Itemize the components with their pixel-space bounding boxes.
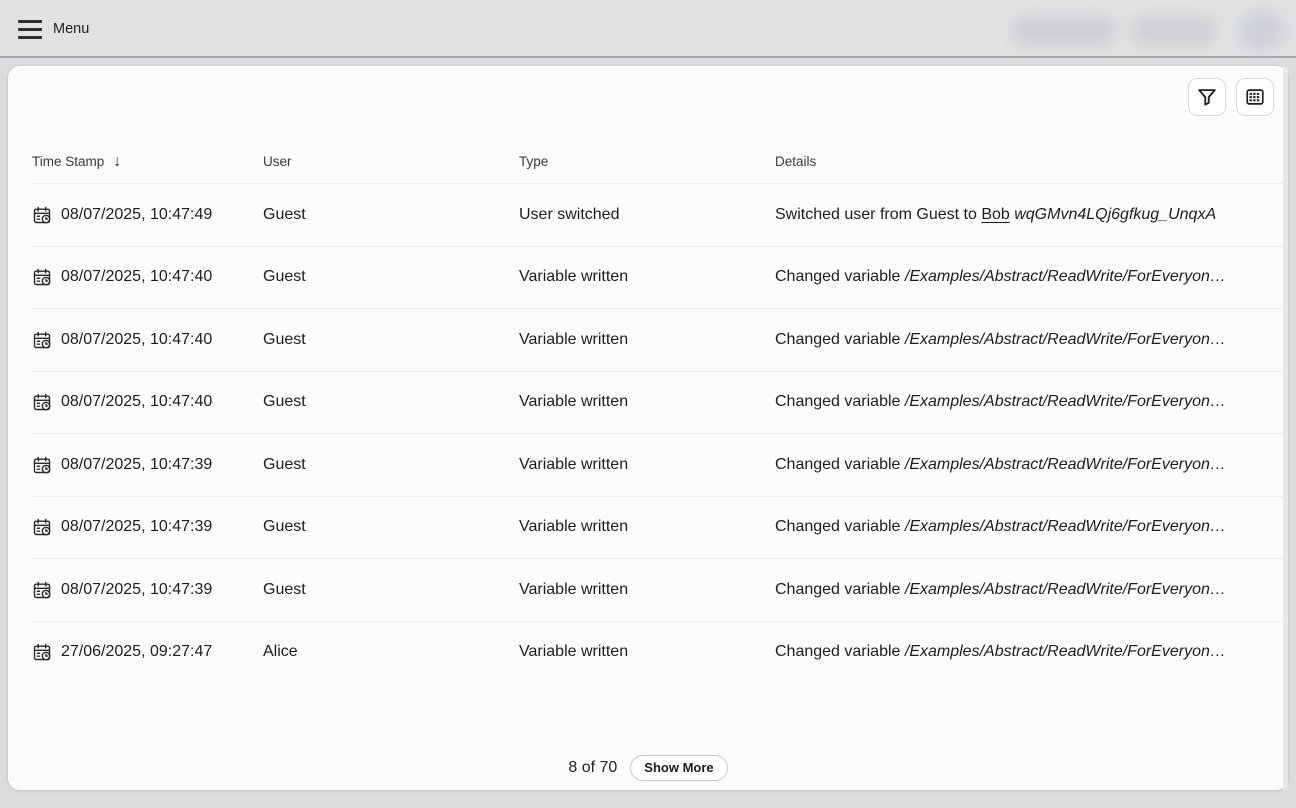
show-more-button[interactable]: Show More <box>630 755 727 781</box>
blurred-toolbar-item <box>1014 16 1114 46</box>
calendar-clock-icon <box>32 205 52 225</box>
details-text: Changed variable <box>775 456 905 473</box>
type-value: Variable written <box>519 456 775 474</box>
table-row[interactable]: 08/07/2025, 10:47:49 Guest User switched… <box>32 183 1283 246</box>
table-header-row: Time Stamp ↓ User Type Details <box>32 140 1283 183</box>
user-value: Alice <box>263 643 519 661</box>
table-columns-icon <box>1244 86 1266 108</box>
timestamp-value: 08/07/2025, 10:47:39 <box>61 456 212 474</box>
top-bar: Menu <box>0 0 1296 58</box>
type-value: Variable written <box>519 268 775 286</box>
calendar-clock-icon <box>32 330 52 350</box>
user-value: Guest <box>263 456 519 474</box>
menu-label: Menu <box>53 21 89 37</box>
details-text: Changed variable <box>775 643 905 660</box>
timestamp-value: 08/07/2025, 10:47:39 <box>61 581 212 599</box>
columns-button[interactable] <box>1236 78 1274 116</box>
table-row[interactable]: 27/06/2025, 09:27:47 Alice Variable writ… <box>32 621 1283 684</box>
calendar-clock-icon <box>32 517 52 537</box>
type-value: User switched <box>519 206 775 224</box>
details-value: Changed variable /Examples/Abstract/Read… <box>775 456 1283 474</box>
timestamp-value: 08/07/2025, 10:47:49 <box>61 206 212 224</box>
calendar-clock-icon <box>32 642 52 662</box>
details-path: /Examples/Abstract/ReadWrite/ForEveryon… <box>905 393 1226 410</box>
audit-log-panel: Time Stamp ↓ User Type Details <box>8 66 1288 790</box>
timestamp-value: 08/07/2025, 10:47:40 <box>61 331 212 349</box>
filter-button[interactable] <box>1188 78 1226 116</box>
details-value: Changed variable /Examples/Abstract/Read… <box>775 643 1283 661</box>
details-user-link[interactable]: Bob <box>981 206 1009 223</box>
scrollbar-track[interactable] <box>1283 66 1288 790</box>
filter-funnel-icon <box>1196 86 1218 108</box>
details-value: Switched user from Guest to Bob wqGMvn4L… <box>775 206 1283 224</box>
col-header-user[interactable]: User <box>263 154 292 169</box>
details-value: Changed variable /Examples/Abstract/Read… <box>775 393 1283 411</box>
type-value: Variable written <box>519 643 775 661</box>
blurred-avatar <box>1238 10 1286 52</box>
menu-button[interactable]: Menu <box>18 14 89 44</box>
user-value: Guest <box>263 518 519 536</box>
calendar-clock-icon <box>32 392 52 412</box>
details-value: Changed variable /Examples/Abstract/Read… <box>775 331 1283 349</box>
calendar-clock-icon <box>32 267 52 287</box>
sort-desc-icon[interactable]: ↓ <box>113 154 121 170</box>
user-value: Guest <box>263 206 519 224</box>
details-text: Changed variable <box>775 268 905 285</box>
type-value: Variable written <box>519 581 775 599</box>
audit-log-table: Time Stamp ↓ User Type Details <box>32 140 1283 683</box>
type-value: Variable written <box>519 518 775 536</box>
type-value: Variable written <box>519 331 775 349</box>
details-value: Changed variable /Examples/Abstract/Read… <box>775 268 1283 286</box>
col-header-type[interactable]: Type <box>519 154 548 169</box>
col-header-details[interactable]: Details <box>775 154 816 169</box>
details-path: /Examples/Abstract/ReadWrite/ForEveryon… <box>905 456 1226 473</box>
timestamp-value: 08/07/2025, 10:47:40 <box>61 393 212 411</box>
col-header-timestamp[interactable]: Time Stamp <box>32 154 104 169</box>
details-path: /Examples/Abstract/ReadWrite/ForEveryon… <box>905 268 1226 285</box>
details-path: /Examples/Abstract/ReadWrite/ForEveryon… <box>905 518 1226 535</box>
table-row[interactable]: 08/07/2025, 10:47:40 Guest Variable writ… <box>32 246 1283 309</box>
user-value: Guest <box>263 268 519 286</box>
details-value: Changed variable /Examples/Abstract/Read… <box>775 518 1283 536</box>
row-count: 8 of 70 <box>568 759 617 777</box>
user-value: Guest <box>263 581 519 599</box>
hamburger-icon <box>18 20 42 39</box>
table-footer: 8 of 70 Show More <box>8 755 1288 781</box>
details-path: wqGMvn4LQj6gfkug_UnqxA <box>1010 206 1216 223</box>
timestamp-value: 27/06/2025, 09:27:47 <box>61 643 212 661</box>
details-text: Changed variable <box>775 581 905 598</box>
user-value: Guest <box>263 393 519 411</box>
details-path: /Examples/Abstract/ReadWrite/ForEveryon… <box>905 331 1226 348</box>
table-row[interactable]: 08/07/2025, 10:47:40 Guest Variable writ… <box>32 371 1283 434</box>
blurred-toolbar-item <box>1132 16 1214 46</box>
table-row[interactable]: 08/07/2025, 10:47:39 Guest Variable writ… <box>32 558 1283 621</box>
table-row[interactable]: 08/07/2025, 10:47:39 Guest Variable writ… <box>32 496 1283 559</box>
timestamp-value: 08/07/2025, 10:47:40 <box>61 268 212 286</box>
table-row[interactable]: 08/07/2025, 10:47:39 Guest Variable writ… <box>32 433 1283 496</box>
calendar-clock-icon <box>32 580 52 600</box>
details-text: Changed variable <box>775 518 905 535</box>
details-value: Changed variable /Examples/Abstract/Read… <box>775 581 1283 599</box>
details-text: Changed variable <box>775 331 905 348</box>
details-path: /Examples/Abstract/ReadWrite/ForEveryon… <box>905 581 1226 598</box>
type-value: Variable written <box>519 393 775 411</box>
calendar-clock-icon <box>32 455 52 475</box>
details-path: /Examples/Abstract/ReadWrite/ForEveryon… <box>905 643 1226 660</box>
details-text: Switched user from Guest to <box>775 206 981 223</box>
table-row[interactable]: 08/07/2025, 10:47:40 Guest Variable writ… <box>32 308 1283 371</box>
timestamp-value: 08/07/2025, 10:47:39 <box>61 518 212 536</box>
details-text: Changed variable <box>775 393 905 410</box>
user-value: Guest <box>263 331 519 349</box>
